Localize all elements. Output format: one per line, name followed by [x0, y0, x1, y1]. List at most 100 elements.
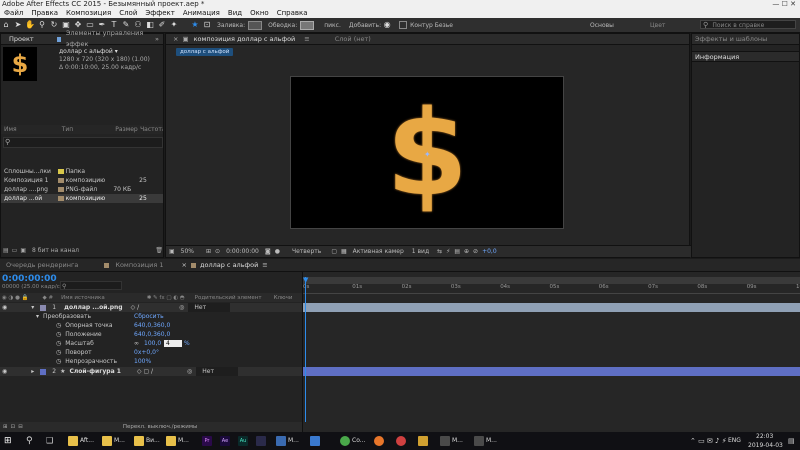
property-value[interactable]: 640,0,360,0 — [134, 330, 170, 339]
task-view-icon[interactable]: ❑ — [46, 434, 53, 448]
bezier-checkbox[interactable] — [399, 21, 408, 29]
current-timecode[interactable]: 0:00:00:00 — [2, 274, 57, 284]
work-area-bar[interactable] — [303, 277, 800, 284]
menu-item-view[interactable]: Вид — [224, 9, 246, 18]
transform-group[interactable]: ▾ Преобразовать Сбросить — [36, 312, 296, 321]
scale-y-input[interactable]: 4 — [164, 340, 182, 347]
menu-item-layer[interactable]: Слой — [115, 9, 141, 18]
label-color-swatch[interactable] — [57, 187, 64, 192]
layer-name[interactable]: Слой-фигура 1 — [69, 367, 120, 376]
parent-dropdown[interactable]: Нет — [196, 367, 239, 376]
project-search-input[interactable]: ⚲ — [3, 137, 163, 148]
trash-icon[interactable]: 🗑 — [155, 247, 163, 254]
taskbar-item[interactable]: M... — [440, 434, 463, 448]
windows-start-icon[interactable]: ⊞ — [4, 434, 12, 448]
panel-menu-icon[interactable]: » — [155, 34, 159, 45]
zoom-dropdown[interactable]: 50% — [181, 248, 194, 255]
new-folder-icon[interactable]: ▭ — [12, 247, 18, 254]
roto-tool-icon[interactable]: ✐ — [157, 20, 167, 30]
puppet-tool-icon[interactable]: ✦ — [169, 20, 179, 30]
after-effects-icon[interactable]: Ae — [220, 434, 232, 448]
col-size[interactable]: Размер — [115, 125, 140, 134]
taskbar-item[interactable]: M... — [166, 434, 189, 448]
col-parent[interactable]: Родительский элемент — [195, 295, 262, 301]
audition-icon[interactable]: Au — [238, 434, 250, 448]
menu-item-composition[interactable]: Композиция — [62, 9, 115, 18]
taskbar-item[interactable]: M... — [102, 434, 125, 448]
toggle-switches-modes[interactable]: Перекл. выключ./режимы — [123, 424, 198, 430]
parent-link-icon[interactable]: ◎ — [179, 303, 184, 312]
menu-item-file[interactable]: Файл — [0, 9, 27, 18]
comp-canvas[interactable]: $ ✦ — [290, 76, 564, 229]
window-controls[interactable]: — ☐ ✕ — [772, 0, 796, 9]
camera-dropdown[interactable]: Активная камер — [353, 248, 404, 255]
timeline-icon[interactable]: ▤ — [454, 248, 460, 255]
resolution-dropdown[interactable]: Четверть — [292, 248, 321, 255]
tab-composition[interactable]: композиция доллар с альфой — [189, 34, 301, 45]
info-tab[interactable]: Информация — [692, 51, 799, 62]
menu-item-window[interactable]: Окно — [246, 9, 273, 18]
clock-date[interactable]: 2019-04-03 — [748, 441, 783, 450]
timeline-layer-row[interactable]: ◉ ▾ 1 доллар ...ой.png ◇ / ◎ Нет — [0, 303, 302, 312]
mask-icon[interactable]: ⊙ — [215, 248, 220, 255]
stopwatch-icon[interactable]: ◷ — [56, 348, 61, 357]
stopwatch-icon[interactable]: ◷ — [56, 321, 61, 330]
tab-render-queue[interactable]: Очередь рендеринга — [0, 261, 84, 269]
snap-star-icon[interactable]: ★ — [190, 20, 200, 30]
expand-arrow-icon[interactable]: ▸ — [31, 367, 34, 376]
clock-time[interactable]: 22:03 — [756, 432, 773, 441]
layer-switches-icons[interactable]: ◇ / — [131, 303, 140, 312]
col-name[interactable]: Имя — [1, 125, 54, 134]
col-type[interactable]: Тип — [54, 125, 116, 134]
menu-item-animation[interactable]: Анимация — [179, 9, 224, 18]
list-item[interactable]: Композиция 1 композицию 25 — [1, 176, 163, 185]
stopwatch-icon[interactable]: ◷ — [56, 330, 61, 339]
region-icon[interactable]: ▢ — [331, 248, 337, 255]
close-icon[interactable]: × — [173, 34, 178, 45]
system-tray-icons[interactable]: ⌃ ▭ ✉ ♪ ⚡ — [690, 434, 727, 448]
switches-icon[interactable]: ⊡ — [11, 424, 16, 430]
col-rate[interactable]: Частота — [140, 125, 163, 134]
stopwatch-icon[interactable]: ◷ — [56, 339, 61, 348]
layer-duration-bar[interactable] — [303, 303, 800, 312]
playhead-handle-icon[interactable]: ▼ — [303, 276, 308, 284]
tab-active-comp[interactable]: доллар с альфой — [196, 261, 262, 269]
fill-swatch[interactable] — [248, 20, 263, 30]
taskbar-item[interactable]: M... — [474, 434, 497, 448]
stopwatch-icon[interactable]: ◷ — [56, 357, 61, 366]
timeline-search-input[interactable]: ⚲ — [60, 281, 122, 290]
premiere-icon[interactable]: Pr — [202, 434, 214, 448]
layer-switches-icons[interactable]: ◇ ▢ / — [137, 367, 153, 376]
tab-layer[interactable]: Слой (нет) — [330, 34, 376, 45]
property-value[interactable]: 640,0,360,0 — [134, 321, 170, 330]
scale-x-value[interactable]: 100,0 — [144, 339, 161, 348]
reset-exposure-icon[interactable]: ⊘ — [473, 248, 478, 255]
workspace-basic[interactable]: Основы — [590, 22, 614, 29]
effects-presets-tab[interactable]: Эффекты и шаблоны — [692, 34, 799, 45]
layer-label-swatch[interactable] — [40, 304, 47, 311]
timeline-layer-row[interactable]: ◉ ▸ 2 ★ Слой-фигура 1 ◇ ▢ / ◎ Нет — [0, 367, 302, 376]
hand-tool-icon[interactable]: ✋ — [25, 20, 35, 30]
reset-link[interactable]: Сбросить — [134, 312, 164, 321]
taskbar-item[interactable]: Aft... — [68, 434, 94, 448]
taskbar-item[interactable]: Ви... — [134, 434, 160, 448]
modes-icon[interactable]: ⊟ — [18, 424, 23, 430]
transparency-grid-icon[interactable]: ▦ — [341, 248, 347, 255]
layer-label-swatch[interactable] — [40, 368, 47, 375]
parent-dropdown[interactable]: Нет — [188, 303, 231, 312]
menu-item-help[interactable]: Справка — [273, 9, 312, 18]
visibility-icon[interactable]: ◉ — [2, 367, 7, 376]
firefox-icon[interactable] — [374, 434, 386, 448]
layer-name[interactable]: доллар ...ой.png — [64, 303, 123, 312]
app-icon[interactable] — [396, 434, 408, 448]
label-color-swatch[interactable] — [57, 178, 64, 183]
comp-breadcrumb[interactable]: доллар с альфой — [176, 48, 234, 56]
playhead[interactable] — [305, 277, 306, 422]
selection-tool-icon[interactable]: ➤ — [13, 20, 23, 30]
rotate-tool-icon[interactable]: ↻ — [49, 20, 59, 30]
col-keys[interactable]: Ключи — [274, 295, 293, 301]
stroke-swatch[interactable] — [300, 20, 315, 30]
switches-col-icons[interactable]: ✱ ✎ fx ▢ ◐ ◓ — [147, 295, 185, 301]
label-color-swatch[interactable] — [57, 196, 64, 201]
notifications-icon[interactable]: ▤ — [788, 434, 795, 448]
